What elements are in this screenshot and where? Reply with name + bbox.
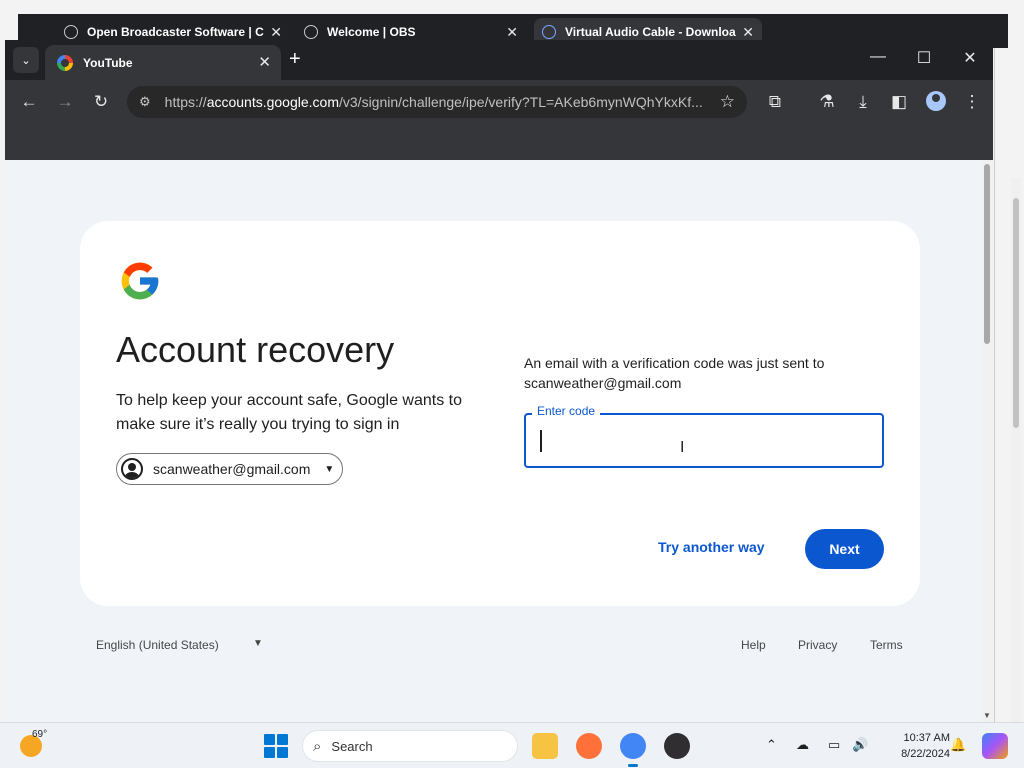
close-icon[interactable]: ✕ [506, 24, 518, 41]
maximize-button[interactable]: ☐ [909, 48, 939, 68]
enter-code-input[interactable]: I [524, 413, 884, 468]
tab-youtube[interactable]: YouTube ✕ [45, 45, 281, 80]
next-button[interactable]: Next [805, 529, 884, 569]
url-path: /v3/signin/challenge/ipe/verify?TL=AKeb6… [339, 94, 703, 110]
browser-window: ⌄ YouTube ✕ + — ☐ ✕ ← → ↻ ⚙ https://acco… [5, 40, 993, 722]
background-tab-label: Welcome | OBS [327, 25, 416, 39]
extensions-icon[interactable]: ⧉ [763, 92, 787, 112]
audio-cable-icon [542, 25, 556, 39]
close-window-button[interactable]: ✕ [955, 48, 985, 68]
background-tab-label: Open Broadcaster Software | C [87, 25, 264, 39]
windows-taskbar: 69° ⌕ Search ⌃ ☁ ▭ 🔊 10:37 AM 8/22/2024 … [0, 722, 1024, 768]
url-text[interactable]: https://accounts.google.com/v3/signin/ch… [165, 94, 705, 110]
firefox-icon[interactable] [576, 733, 602, 759]
google-logo-icon [121, 262, 159, 300]
copilot-icon[interactable] [982, 733, 1008, 759]
search-icon: ⌕ [313, 737, 322, 755]
url-domain: accounts.google.com [206, 94, 339, 110]
page-content: Account recovery To help keep your accou… [5, 160, 993, 722]
downloads-icon[interactable]: ⤓ [851, 92, 875, 112]
new-tab-button[interactable]: + [289, 48, 301, 71]
try-another-way-button[interactable]: Try another way [646, 531, 777, 563]
address-bar[interactable]: ⚙ https://accounts.google.com/v3/signin/… [127, 86, 747, 118]
help-link[interactable]: Help [741, 638, 766, 652]
forward-button[interactable]: → [53, 92, 77, 112]
clock-time: 10:37 AM [903, 732, 950, 744]
account-chip[interactable]: scanweather@gmail.com ▼ [116, 453, 344, 485]
obs-icon[interactable] [664, 733, 690, 759]
taskbar-search[interactable]: ⌕ Search [302, 730, 518, 762]
scrollbar-thumb[interactable] [984, 164, 990, 344]
clock-date: 8/22/2024 [901, 748, 950, 760]
close-tab-icon[interactable]: ✕ [258, 53, 271, 71]
notification-bell-icon[interactable]: 🔔 [950, 737, 966, 753]
tab-label: YouTube [83, 55, 133, 70]
bookmarks-bar [5, 124, 993, 160]
recovery-card: Account recovery To help keep your accou… [80, 221, 920, 606]
page-scrollbar[interactable]: ▼ [981, 160, 993, 722]
background-tab-label: Virtual Audio Cable - Downloa [565, 25, 736, 39]
account-email: scanweather@gmail.com [153, 461, 311, 477]
onedrive-icon[interactable]: ☁ [796, 737, 809, 753]
page-subtitle: To help keep your account safe, Google w… [116, 392, 462, 433]
file-explorer-icon[interactable] [532, 733, 558, 759]
site-info-icon[interactable]: ⚙ [139, 94, 151, 110]
network-icon[interactable]: ▭ [828, 737, 840, 753]
privacy-link[interactable]: Privacy [798, 638, 837, 652]
page-title: Account recovery [116, 329, 395, 370]
ibeam-cursor-icon: I [680, 439, 685, 456]
tab-strip: ⌄ YouTube ✕ + — ☐ ✕ [5, 40, 993, 80]
text-cursor [540, 430, 542, 452]
chevron-down-icon: ⌄ [21, 54, 31, 67]
minimize-button[interactable]: — [863, 48, 893, 66]
caret-down-icon: ▼ [324, 463, 335, 475]
caret-down-icon[interactable]: ▼ [253, 638, 263, 649]
scroll-down-arrow-icon[interactable]: ▼ [983, 711, 991, 720]
language-select[interactable]: English (United States) [96, 638, 219, 652]
menu-icon[interactable]: ⋮ [960, 92, 984, 112]
chevron-up-icon[interactable]: ⌃ [766, 737, 777, 753]
bookmark-star-icon[interactable]: ☆ [720, 92, 735, 112]
background-scrollbar[interactable] [1011, 178, 1021, 768]
globe-icon [64, 25, 78, 39]
labs-icon[interactable]: ⚗ [815, 92, 839, 112]
back-button[interactable]: ← [17, 92, 41, 112]
globe-icon [304, 25, 318, 39]
verification-info-text: An email with a verification code was ju… [524, 355, 825, 391]
google-favicon-icon [57, 54, 73, 71]
volume-icon[interactable]: 🔊 [852, 737, 868, 753]
close-icon[interactable]: ✕ [270, 24, 282, 41]
reload-button[interactable]: ↻ [89, 92, 113, 112]
url-scheme: https:// [164, 94, 207, 110]
enter-code-label: Enter code [532, 404, 601, 418]
tab-search-button[interactable]: ⌄ [13, 47, 39, 73]
chrome-icon[interactable] [620, 733, 646, 767]
weather-temperature: 69° [32, 729, 48, 740]
taskbar-search-label: Search [331, 738, 373, 754]
profile-avatar-icon[interactable] [926, 91, 946, 111]
browser-toolbar: ← → ↻ ⚙ https://accounts.google.com/v3/s… [5, 80, 993, 124]
terms-link[interactable]: Terms [870, 638, 903, 652]
close-icon[interactable]: ✕ [742, 24, 754, 41]
side-panel-icon[interactable]: ◧ [887, 92, 911, 112]
system-clock[interactable]: 10:37 AM 8/22/2024 [880, 730, 950, 762]
account-avatar-icon [121, 458, 143, 480]
windows-start-icon[interactable] [264, 734, 288, 758]
background-window-edge [994, 48, 1024, 768]
